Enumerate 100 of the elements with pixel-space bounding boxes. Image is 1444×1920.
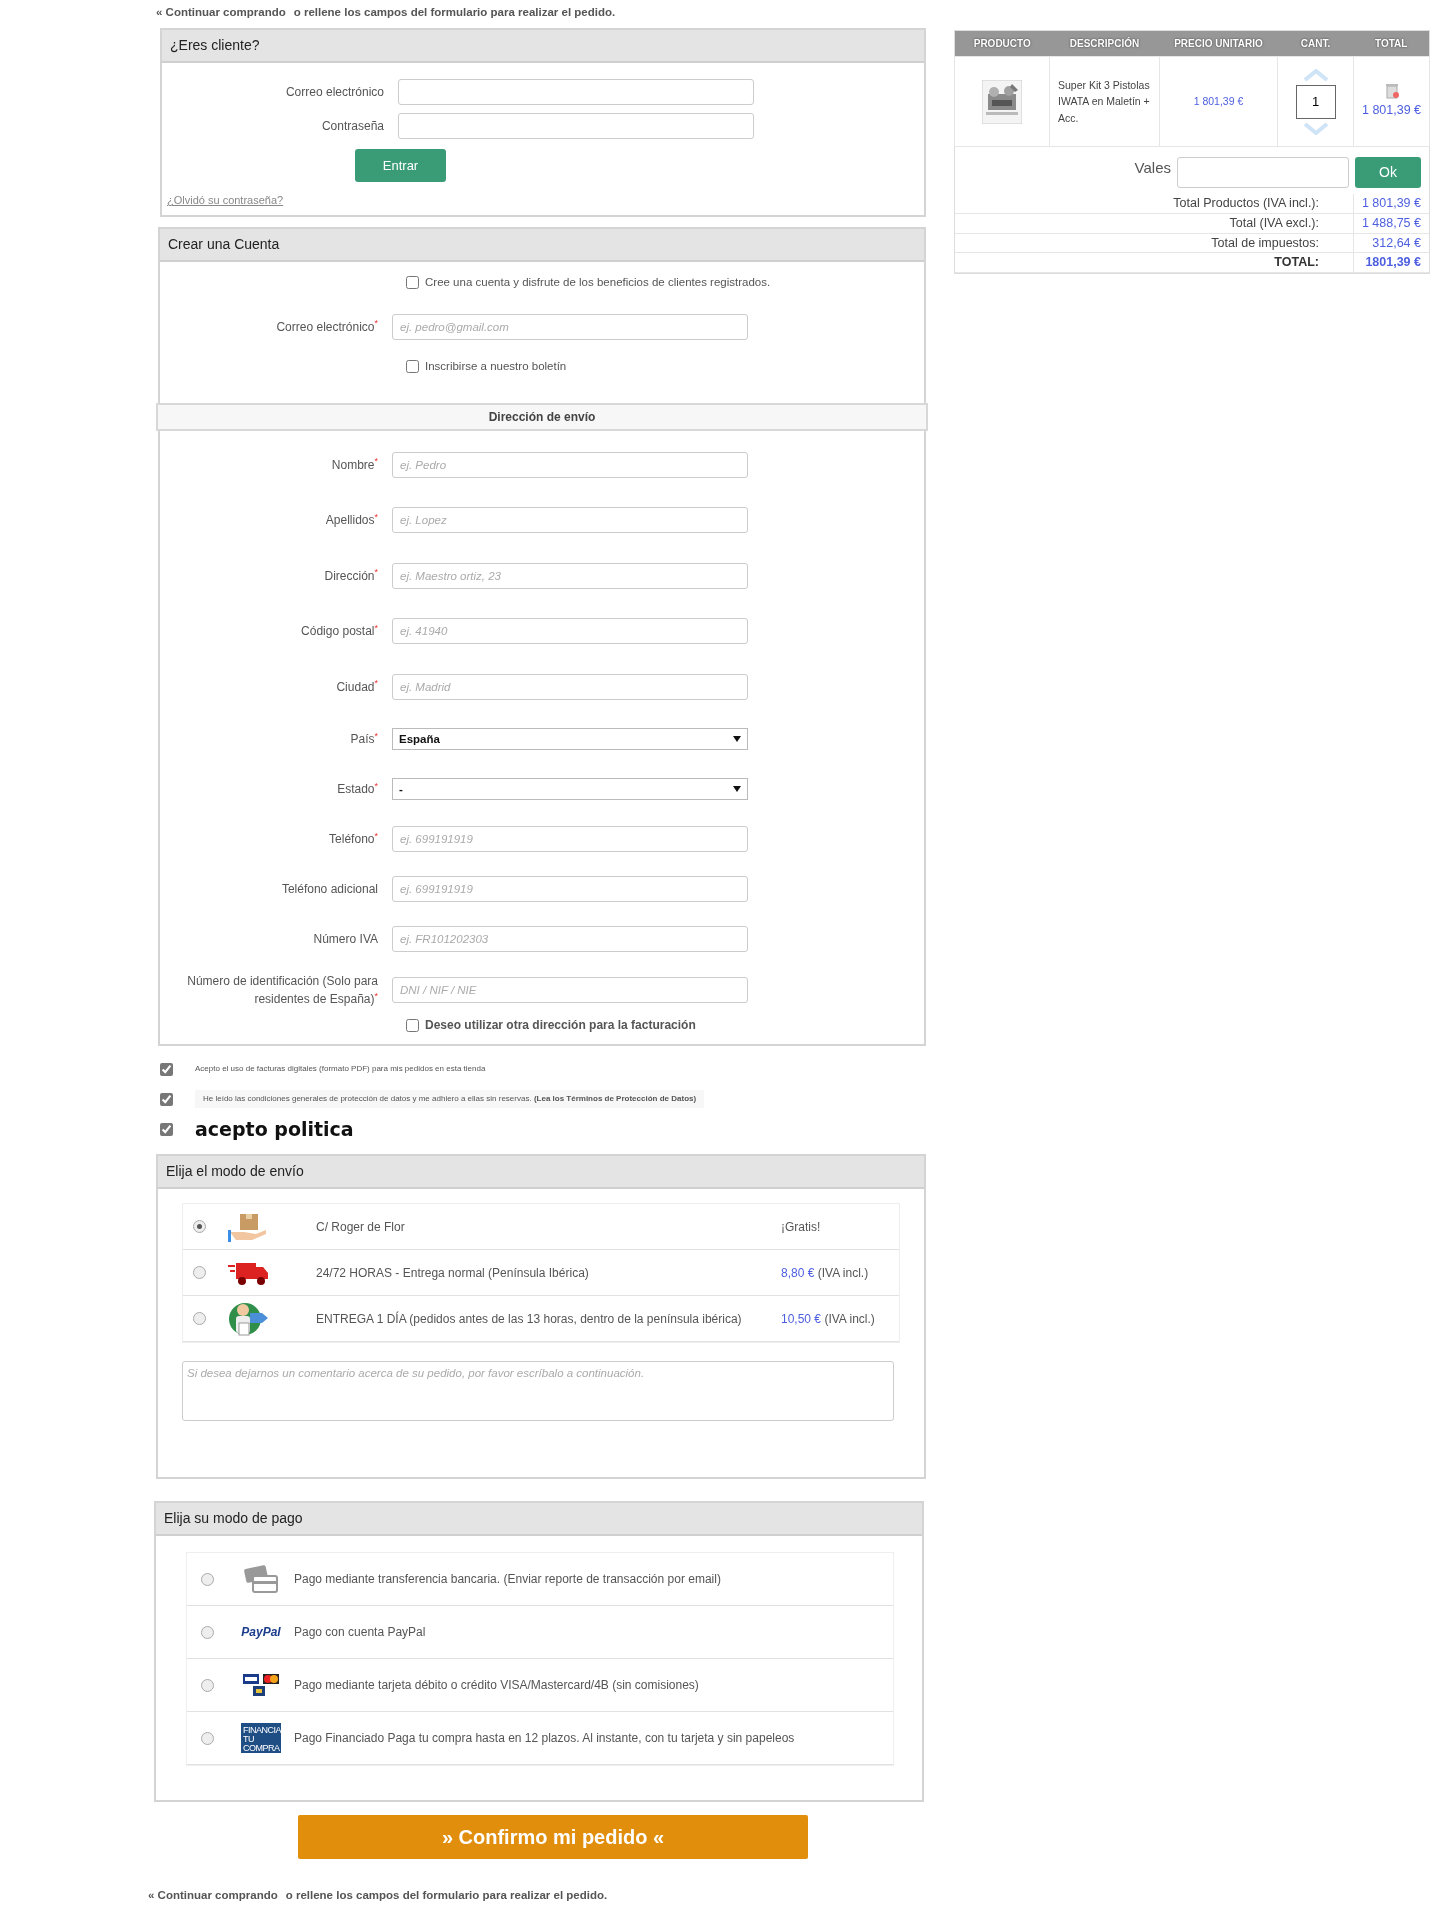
courier-figure-icon (228, 1300, 268, 1337)
select-value: - (399, 781, 403, 797)
input-field[interactable] (398, 113, 754, 140)
input-field[interactable]: ej. 699191919 (392, 826, 748, 853)
legal-text: Acepto el uso de facturas digitales (formato PDF) para mis pedidos en esta tienda (195, 1063, 486, 1076)
input-field[interactable]: ej. pedro@gmail.com (392, 313, 748, 340)
card-icon (243, 1564, 279, 1595)
field-label: Estado$^{*}$ (336, 780, 379, 799)
input-field[interactable]: ej. Lopez (392, 507, 748, 533)
checkbox[interactable] (406, 1018, 419, 1032)
payment-method-label: Pago Financiado Paga tu compra hasta en 12 plazos. Al instante, con tu tarjeta y sin papeleos (294, 1730, 795, 1748)
payment-method-label: Pago con cuenta PayPal (294, 1624, 426, 1642)
field-label: Dirección$^{*}$ (323, 566, 379, 585)
select-field[interactable]: España (392, 728, 748, 751)
continue-shopping-link[interactable]: « Continuar comprando (156, 6, 286, 18)
checkbox-label: Cree una cuenta y disfrute de los beneficios de clientes registrados. (425, 275, 771, 291)
financing-logo: FINANCIA TU COMPRA (241, 1723, 281, 1754)
field-label: Correo electrónico$^{*}$ (275, 317, 379, 336)
column-header: CANT. (1277, 30, 1354, 57)
credit-cards-icon (241, 1672, 281, 1699)
field-label: Apellidos$^{*}$ (324, 511, 379, 529)
total-value: 1 801,39 € (1353, 194, 1429, 213)
shipping-method-name: ENTREGA 1 DÍA (pedidos antes de las 13 horas, dentro de la península ibérica) (315, 1310, 743, 1328)
radio-button[interactable] (201, 1572, 214, 1586)
total-value: 312,64 € (1353, 233, 1429, 253)
field-label: Número de identificación (Solo para residentes de España)$^{*}$ (186, 973, 379, 1009)
paypal-logo: PayPal (241, 1624, 281, 1642)
unit-price: 1 801,39 € (1193, 94, 1244, 107)
total-label: Total de impuestos: (1210, 234, 1320, 252)
payment-method-label: Pago mediante transferencia bancaria. (Enviar reporte de transacción por email) (294, 1571, 721, 1589)
shipping-method-name: 24/72 HORAS - Entrega normal (Península Ibérica) (315, 1264, 590, 1282)
radio-button[interactable] (201, 1731, 214, 1745)
column-header: PRECIO UNITARIO (1159, 30, 1278, 57)
chevron-up-icon (1302, 68, 1329, 81)
column-header: PRODUCTO (954, 30, 1050, 57)
panel-header: Elija su modo de pago (156, 1503, 922, 1537)
radio-button[interactable] (201, 1625, 214, 1639)
product-description: Super Kit 3 Pistolas IWATA en Maletín + Acc. (1058, 79, 1150, 124)
forgot-password-link[interactable]: ¿Olvidó su contraseña? (167, 192, 284, 209)
total-label: Total (IVA excl.): (1228, 214, 1320, 232)
trash-icon (1384, 83, 1399, 100)
voucher-field[interactable] (1177, 157, 1349, 188)
select-value: España (399, 731, 440, 747)
total-label: Total Productos (IVA incl.): (1172, 195, 1320, 212)
checkbox[interactable] (160, 1062, 173, 1076)
checkbox-label: Inscribirse a nuestro boletín (425, 358, 567, 374)
input-field[interactable]: ej. FR101202303 (392, 926, 748, 953)
shipping-price: 10,50 € (IVA incl.) (781, 1310, 876, 1328)
input-field[interactable]: DNI / NIF / NIE (392, 977, 748, 1004)
caret-icon (733, 736, 741, 743)
shipping-price: ¡Gratis! (781, 1218, 822, 1236)
checkbox[interactable] (160, 1092, 173, 1106)
total-value: 1 488,75 € (1353, 213, 1429, 233)
field-label: Código postal$^{*}$ (300, 622, 379, 640)
field-label: Nombre$^{*}$ (330, 455, 379, 474)
input-field[interactable]: ej. 41940 (392, 618, 748, 644)
select-field[interactable]: - (392, 778, 748, 801)
section-header: Dirección de envío (156, 402, 928, 431)
input-field[interactable]: ej. 699191919 (392, 876, 748, 903)
shipping-price: 8,80 € (IVA incl.) (781, 1264, 870, 1282)
continue-shopping-link[interactable]: « Continuar comprando (148, 1889, 278, 1902)
comment-field[interactable]: Si desea dejarnos un comentario acerca de su pedido, por favor escríbalo a continuación. (182, 1361, 894, 1422)
instruction-text: o rellene los campos del formulario para realizar el pedido. (285, 1889, 608, 1902)
caret-icon (733, 786, 741, 793)
column-header: TOTAL (1353, 30, 1430, 57)
payment-method-label: Pago mediante tarjeta débito o crédito VISA/Mastercard/4B (sin comisiones) (294, 1677, 699, 1695)
total-value: 1801,39 € (1353, 253, 1429, 272)
checkbox[interactable] (406, 276, 419, 290)
line-total: 1 801,39 € (1361, 103, 1422, 118)
field-label: Contraseña (320, 118, 385, 136)
chevron-down-icon (1302, 122, 1329, 135)
field-label: Número IVA (312, 931, 379, 949)
checkbox-label: Deseo utilizar otra dirección para la facturación (425, 1017, 696, 1035)
input-field[interactable] (398, 79, 754, 106)
field-label: Correo electrónico (284, 84, 385, 102)
radio-button[interactable] (193, 1312, 206, 1326)
total-label: TOTAL: (1273, 254, 1320, 272)
column-header: DESCRIPCIÓN (1049, 30, 1160, 57)
field-label: Teléfono adicional (280, 881, 379, 899)
field-label: Ciudad$^{*}$ (335, 677, 379, 696)
terms-link[interactable]: (Lea los Términos de Protección de Datos) (533, 1094, 697, 1104)
radio-button[interactable] (193, 1220, 206, 1234)
legal-text: acepto politica (195, 1117, 354, 1142)
panel-header: Crear una Cuenta (160, 229, 924, 263)
instruction-text: o rellene los campos del formulario para realizar el pedido. (293, 6, 616, 18)
checkbox[interactable] (160, 1122, 173, 1136)
panel-header: Elija el modo de envío (158, 1156, 924, 1190)
input-field[interactable]: ej. Pedro (392, 451, 748, 478)
legal-text: He leído las condiciones generales de protección de datos y me adhiero a ellas sin reservas. (Lea los Términos de Protección de Datos) (195, 1090, 705, 1109)
input-field[interactable]: ej. Madrid (392, 673, 748, 700)
box-in-hand-icon (228, 1211, 268, 1242)
input-field[interactable]: ej. Maestro ortiz, 23 (392, 562, 748, 589)
radio-button[interactable] (201, 1678, 214, 1692)
radio-button[interactable] (193, 1266, 206, 1280)
checkbox[interactable] (406, 359, 419, 373)
shipping-method-name: C/ Roger de Flor (315, 1218, 406, 1236)
field-label: País$^{*}$ (349, 730, 379, 749)
voucher-label: Vales (1134, 158, 1171, 178)
quantity-field[interactable]: 1 (1295, 84, 1336, 119)
field-label: Teléfono$^{*}$ (328, 830, 379, 849)
